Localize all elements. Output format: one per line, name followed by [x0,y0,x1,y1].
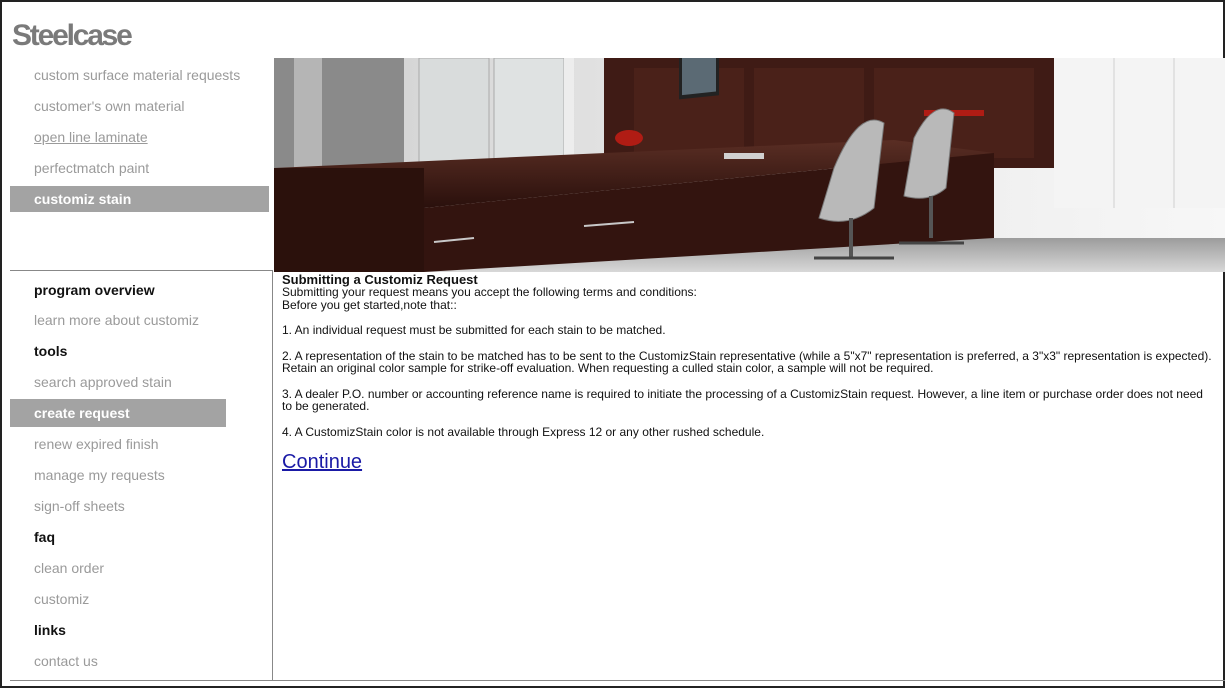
side-program-overview[interactable]: program overview [10,276,155,304]
intro-note: Before you get started,note that:: [282,297,457,312]
side-heading-links: links [34,622,66,638]
nav-customiz-stain[interactable]: customiz stain [10,186,269,212]
side-renew-expired-finish[interactable]: renew expired finish [10,430,159,458]
side-nav: program overview learn more about custom… [10,272,272,680]
nav-open-line-laminate[interactable]: open line laminate [10,124,269,150]
program-nav: custom surface material requests custome… [10,58,269,271]
nav-custom-surface-material-requests[interactable]: custom surface material requests [10,62,269,88]
side-heading-tools: tools [34,343,68,359]
office-illustration [274,58,1225,272]
side-manage-my-requests[interactable]: manage my requests [10,461,165,489]
side-create-request[interactable]: create request [10,399,226,427]
intro-terms: Submitting your request means you accept… [282,285,697,299]
nav-divider [10,270,272,271]
side-learn-more-about-customiz[interactable]: learn more about customiz [10,306,199,334]
side-contact-us[interactable]: contact us [10,647,98,675]
side-search-approved-stain[interactable]: search approved stain [10,368,172,396]
term-item-4: 4. A CustomizStain color is not availabl… [282,424,765,439]
nav-customers-own-material[interactable]: customer's own material [10,93,269,119]
steelcase-logo[interactable]: Steelcase [12,16,133,56]
term-item-2: 2. A representation of the stain to be m… [282,348,1212,375]
term-item-1: 1. An individual request must be submitt… [282,323,666,337]
main-content: Submitting a Customiz Request Submitting… [282,273,1212,474]
hero-office-image [274,58,1225,272]
page-frame: Steelcase custom surface material reques… [0,0,1225,688]
column-divider [272,270,273,680]
side-clean-order[interactable]: clean order [10,554,104,582]
term-item-3: 3. A dealer P.O. number or accounting re… [282,386,1203,413]
side-customiz[interactable]: customiz [10,585,89,613]
side-sign-off-sheets[interactable]: sign-off sheets [10,492,125,520]
continue-link[interactable]: Continue [282,450,362,474]
side-heading-faq: faq [34,529,55,545]
footer-divider [10,680,1225,681]
nav-perfectmatch-paint[interactable]: perfectmatch paint [10,155,269,181]
